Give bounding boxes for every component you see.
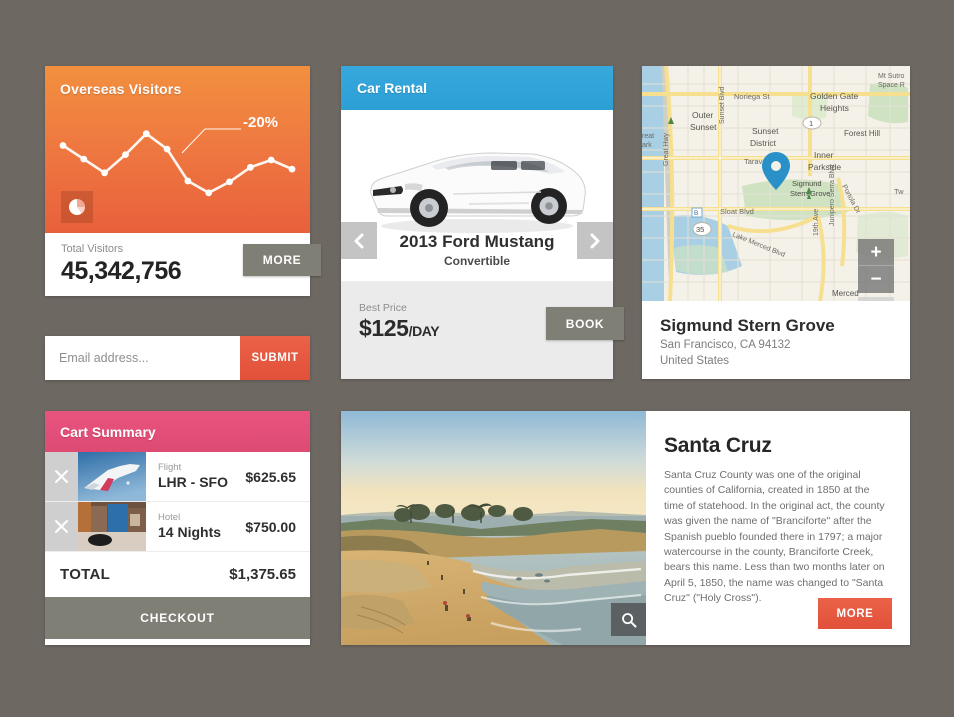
price-amount: $125 — [359, 315, 409, 341]
airplane-photo — [78, 452, 146, 501]
map-location-title: Sigmund Stern Grove — [660, 316, 835, 335]
total-value: $1,375.65 — [229, 566, 296, 583]
svg-text:Noriega St: Noriega St — [734, 92, 770, 101]
visitors-stat-strip: Total Visitors 45,342,756 MORE — [45, 233, 321, 296]
svg-text:Merced: Merced — [832, 289, 859, 298]
remove-flight-button[interactable] — [45, 452, 78, 501]
table-row: Hotel 14 Nights $750.00 — [45, 502, 310, 552]
carousel-next-button[interactable] — [577, 222, 613, 259]
price-unit: /DAY — [408, 323, 440, 339]
close-icon — [55, 520, 68, 533]
search-icon[interactable] — [611, 603, 646, 636]
place-description: Santa Cruz County was one of the origina… — [664, 469, 885, 605]
svg-text:reat: reat — [642, 133, 654, 140]
chevron-left-icon — [354, 233, 364, 248]
overseas-visitors-card: Overseas Visitors -20% Total Visitors 45… — [45, 66, 321, 296]
svg-text:Junipero Serra Blvd: Junipero Serra Blvd — [829, 164, 836, 226]
map-info: Sigmund Stern Grove San Francisco, CA 94… — [642, 301, 910, 369]
svg-text:Heights: Heights — [820, 103, 849, 113]
chart-panel: Overseas Visitors -20% — [45, 66, 310, 233]
row-price: $750.00 — [245, 518, 296, 535]
svg-text:ark: ark — [642, 142, 652, 149]
place-text-panel: Santa Cruz Santa Cruz County was one of … — [646, 411, 910, 645]
pie-chart-icon[interactable] — [61, 191, 93, 223]
cart-total-row: TOTAL $1,375.65 — [45, 552, 310, 597]
svg-text:1: 1 — [809, 119, 813, 128]
map-address-line-2: United States — [660, 355, 730, 367]
svg-text:District: District — [750, 138, 777, 148]
svg-text:Sunset: Sunset — [690, 122, 717, 132]
map-zoom-in-button[interactable]: + — [858, 239, 894, 266]
hotel-room-photo — [78, 502, 146, 551]
white-ford-mustang-convertible-photo — [370, 152, 586, 233]
submit-button[interactable]: SUBMIT — [240, 336, 310, 380]
dashboard-stage: Overseas Visitors -20% Total Visitors 45… — [0, 0, 954, 717]
locate-compass-icon[interactable] — [858, 297, 894, 301]
santa-cruz-card: Santa Cruz Santa Cruz County was one of … — [341, 411, 910, 645]
svg-text:Sloat Blvd: Sloat Blvd — [720, 207, 754, 216]
santa-cruz-beach-sunset-photo — [341, 411, 646, 645]
car-rental-card: Car Rental 2013 Ford Mustang Convertible… — [341, 66, 624, 379]
row-main: LHR - SFO — [158, 474, 228, 490]
remove-hotel-button[interactable] — [45, 502, 78, 551]
svg-text:Forest Hill: Forest Hill — [844, 129, 880, 138]
svg-text:Parkside: Parkside — [808, 162, 841, 172]
svg-text:Outer: Outer — [692, 110, 713, 120]
map-address-line-1: San Francisco, CA 94132 — [660, 339, 791, 351]
book-button[interactable]: BOOK — [546, 307, 624, 340]
checkout-button[interactable]: CHECKOUT — [45, 597, 310, 639]
row-kind: Hotel — [158, 512, 181, 523]
car-subtitle: Convertible — [443, 254, 510, 268]
svg-text:Tw: Tw — [894, 187, 904, 196]
svg-text:35: 35 — [696, 225, 704, 234]
visitors-more-button[interactable]: MORE — [243, 244, 321, 276]
table-row: Flight LHR - SFO $625.65 — [45, 452, 310, 502]
car-body: 2013 Ford Mustang Convertible — [341, 110, 613, 281]
page-title: Santa Cruz — [664, 434, 772, 457]
map-controls: + − — [858, 239, 894, 301]
map-card: Mt Sutro Space R Noriega St Golden Gate … — [642, 66, 910, 379]
svg-text:Sunset: Sunset — [752, 126, 779, 136]
cart-title: Cart Summary — [45, 411, 310, 452]
svg-text:B: B — [694, 210, 698, 217]
subscribe-bar: SUBMIT — [45, 336, 310, 380]
svg-text:Inner: Inner — [814, 150, 834, 160]
map-zoom-out-button[interactable]: − — [858, 266, 894, 293]
cart-summary-card: Cart Summary Flight LHR - SFO $625.65 Ho… — [45, 411, 310, 645]
close-icon — [55, 470, 68, 483]
place-more-button[interactable]: MORE — [818, 598, 892, 629]
row-price: $625.65 — [245, 468, 296, 485]
email-field[interactable] — [45, 336, 240, 380]
svg-text:Space R: Space R — [878, 82, 905, 89]
chart-annotation: -20% — [243, 114, 279, 131]
svg-text:Mt Sutro: Mt Sutro — [878, 73, 905, 80]
svg-text:Great Hwy: Great Hwy — [663, 132, 670, 166]
row-main: 14 Nights — [158, 524, 222, 540]
car-price-footer: Best Price $125/DAY BOOK — [341, 281, 624, 379]
hotel-info: Hotel 14 Nights — [146, 502, 245, 551]
carousel-prev-button[interactable] — [341, 222, 377, 259]
car-rental-title: Car Rental — [341, 66, 613, 110]
photo-action-group — [611, 603, 646, 636]
car-name: 2013 Ford Mustang — [399, 232, 555, 251]
svg-text:Sigmund: Sigmund — [792, 179, 822, 188]
svg-text:Sunset Blvd: Sunset Blvd — [719, 87, 726, 124]
total-label: TOTAL — [60, 566, 111, 583]
svg-text:Golden Gate: Golden Gate — [810, 91, 858, 101]
svg-text:19th Ave: 19th Ave — [813, 209, 820, 236]
map-view[interactable]: Mt Sutro Space R Noriega St Golden Gate … — [642, 66, 910, 301]
row-kind: Flight — [158, 462, 182, 473]
chevron-right-icon — [590, 233, 600, 248]
flight-info: Flight LHR - SFO — [146, 452, 245, 501]
